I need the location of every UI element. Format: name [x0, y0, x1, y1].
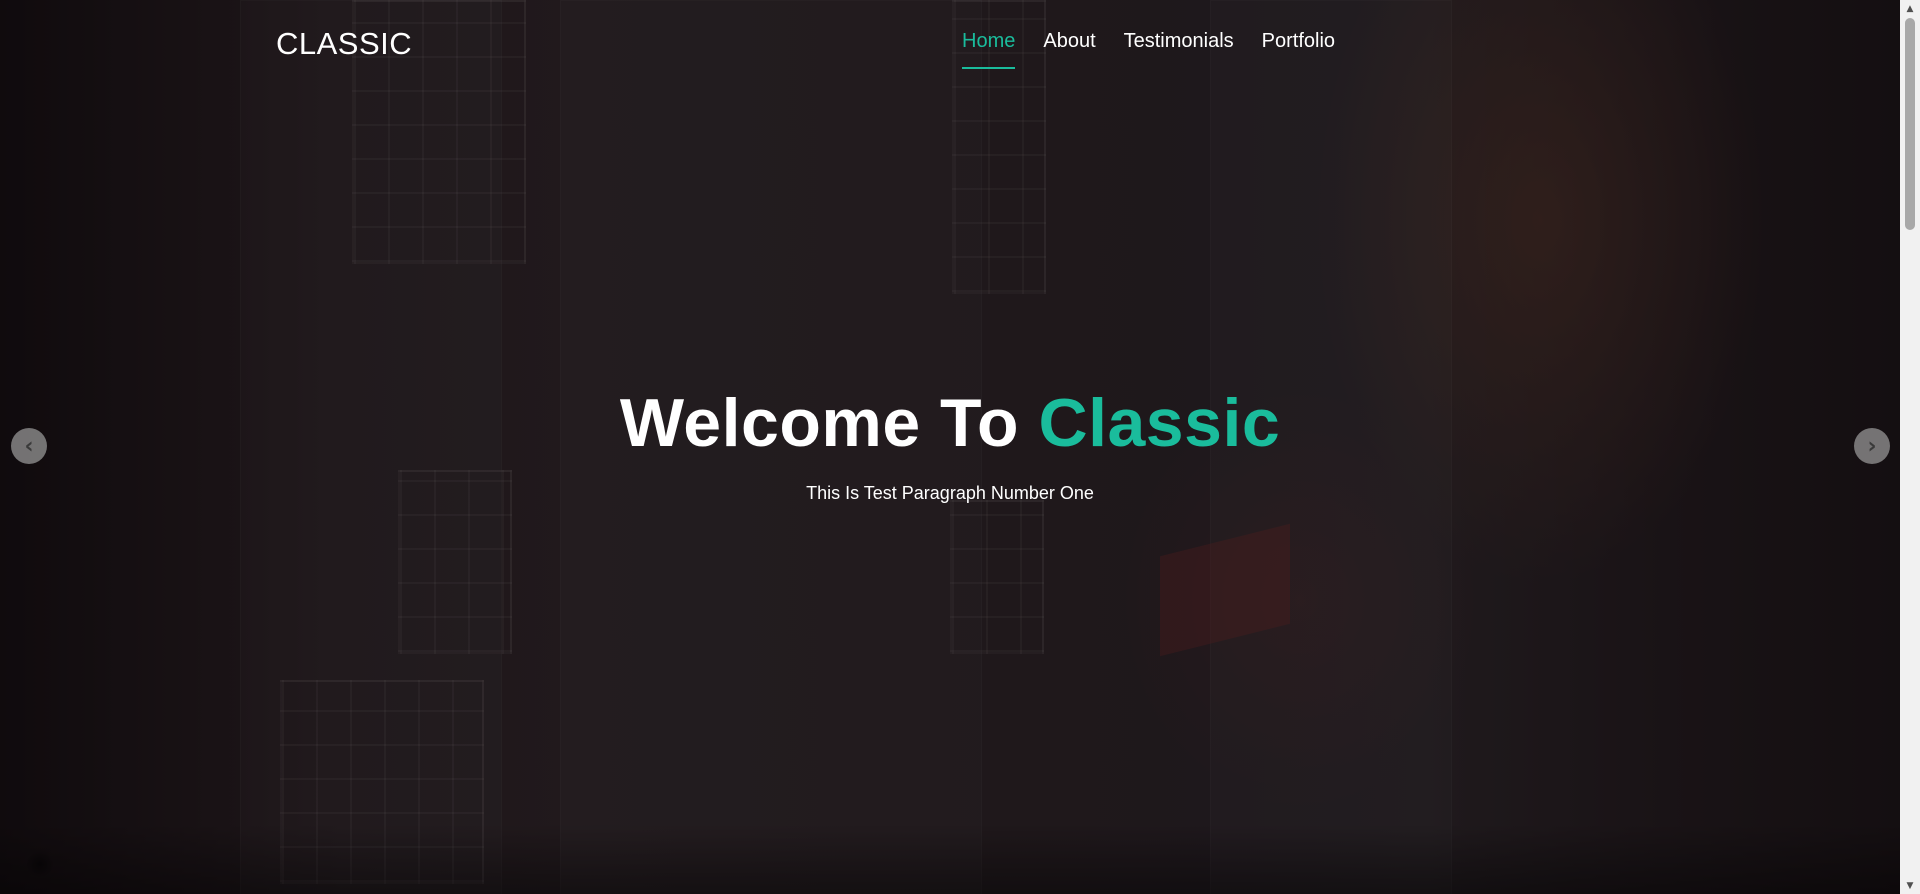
nav-testimonials[interactable]: Testimonials [1124, 30, 1234, 69]
nav-portfolio[interactable]: Portfolio [1262, 30, 1335, 69]
hero-section: CLASSIC Home About Testimonials Portfoli… [0, 0, 1900, 894]
nav-about[interactable]: About [1043, 30, 1095, 69]
scroll-down-button[interactable]: ▼ [1900, 877, 1920, 894]
hero-title-prefix: Welcome To [619, 385, 1020, 461]
carousel-next-button[interactable]: › [1854, 428, 1890, 464]
scroll-up-button[interactable]: ▲ [1900, 0, 1920, 17]
chevron-right-icon: › [1867, 433, 1877, 459]
scrollbar-thumb[interactable] [1905, 18, 1915, 230]
chevron-left-icon: ‹ [24, 433, 34, 459]
nav-home[interactable]: Home [962, 30, 1016, 69]
hero-title: Welcome To Classic [0, 384, 1900, 462]
triangle-down-icon: ▼ [1906, 880, 1914, 891]
carousel-prev-button[interactable]: ‹ [11, 428, 47, 464]
brand-logo[interactable]: CLASSIC [276, 26, 412, 62]
main-nav: Home About Testimonials Portfolio [962, 30, 1335, 69]
vertical-scrollbar[interactable]: ▲ ▼ [1900, 0, 1920, 894]
hero-title-accent: Classic [1038, 385, 1281, 461]
hero-subtitle: This Is Test Paragraph Number One [806, 483, 1094, 503]
triangle-up-icon: ▲ [1906, 3, 1914, 14]
